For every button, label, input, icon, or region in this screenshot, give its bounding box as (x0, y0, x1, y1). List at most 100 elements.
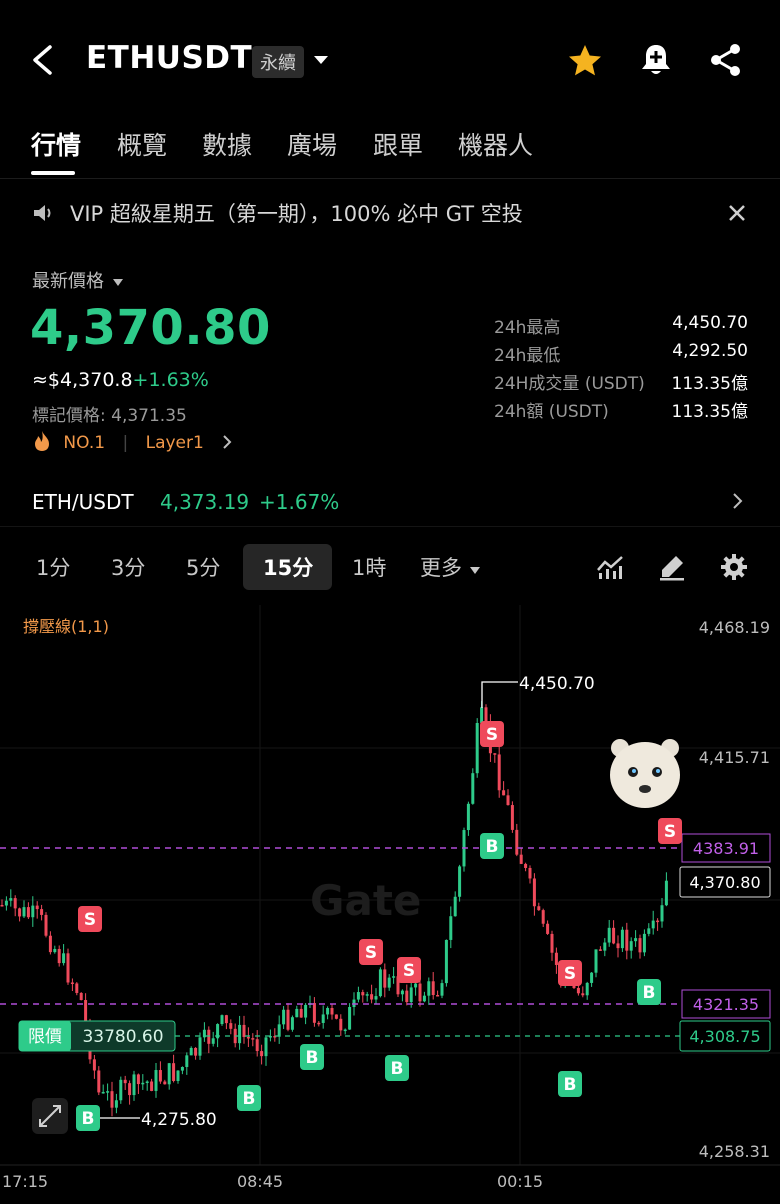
candle-body (304, 1004, 308, 1018)
high-marker-label: 4,450.70 (519, 674, 595, 694)
stat-volume-label: 24H成交量 (USDT) (494, 374, 645, 394)
candle-body (211, 1038, 215, 1044)
candle-body (70, 982, 74, 984)
candle-body (506, 795, 510, 806)
candle-body (510, 805, 514, 830)
candle-body (79, 992, 83, 1001)
candle-body (158, 1070, 162, 1082)
chevron-down-icon (112, 279, 123, 286)
interval-more[interactable]: 更多 (420, 552, 481, 582)
candle-body (189, 1047, 193, 1056)
candle-body (260, 1051, 264, 1057)
candle-body (4, 900, 8, 906)
settings-gear-icon[interactable] (720, 553, 748, 581)
symbol-title[interactable]: ETHUSDT (86, 40, 252, 76)
candle-body (497, 754, 501, 791)
tab-data[interactable]: 數據 (202, 126, 252, 162)
candle-body (326, 1008, 330, 1015)
sell-marker-label: S (365, 943, 377, 963)
candle-body (431, 981, 435, 996)
candle-body (163, 1081, 167, 1085)
candle-body (106, 1091, 110, 1093)
candle-body (0, 905, 4, 907)
buy-marker-label: B (486, 837, 499, 857)
candle-body (154, 1070, 158, 1091)
candle-body (255, 1039, 259, 1052)
candle-body (13, 898, 17, 909)
bear-mascot-icon[interactable] (610, 739, 680, 808)
interval-1h[interactable]: 1時 (352, 552, 386, 582)
last-price-label[interactable]: 最新價格 (32, 267, 124, 293)
candle-body (348, 1007, 352, 1030)
draw-tool-icon[interactable] (658, 553, 686, 581)
candle-body (264, 1037, 268, 1057)
chevron-right-icon (733, 493, 743, 509)
indicator-label[interactable]: 撐壓線(1,1) (23, 617, 109, 636)
candle-body (392, 976, 396, 978)
active-tab-indicator (31, 171, 75, 175)
candle-body (449, 916, 453, 940)
candle-body (18, 908, 22, 917)
candle-body (110, 1091, 114, 1108)
interval-5m[interactable]: 5分 (186, 552, 220, 582)
candle-body (475, 723, 479, 774)
chevron-right-icon (223, 435, 232, 449)
candle-body (330, 1008, 334, 1015)
tab-overview[interactable]: 概覽 (117, 126, 167, 162)
bell-plus-icon[interactable] (639, 42, 673, 78)
back-arrow-icon[interactable] (28, 44, 56, 76)
candle-body (312, 1003, 316, 1023)
limit-order-value[interactable]: 33780.60 (82, 1027, 163, 1047)
candle-body (31, 905, 35, 918)
candle-body (440, 983, 444, 996)
spot-pair-row[interactable]: ETH/USDT 4,373.19 +1.67% (0, 478, 780, 527)
interval-3m[interactable]: 3分 (111, 552, 145, 582)
approx-usd-price: ≈$4,370.8 (32, 369, 133, 391)
candle-body (532, 878, 536, 907)
tab-square[interactable]: 廣場 (287, 126, 337, 162)
close-icon[interactable] (728, 204, 746, 222)
tab-market[interactable]: 行情 (31, 126, 81, 162)
interval-1m[interactable]: 1分 (36, 552, 70, 582)
tab-bots[interactable]: 機器人 (458, 126, 533, 162)
candle-body (75, 983, 79, 993)
position-price-tag: 4,308.75 (689, 1027, 760, 1046)
candle-body (334, 1014, 338, 1019)
rank-row[interactable]: NO.1 | Layer1 (32, 430, 233, 453)
limit-order-label[interactable]: 限價 (28, 1027, 62, 1047)
price-axis-bottom: 4,258.31 (699, 1142, 770, 1161)
candle-body (581, 993, 585, 996)
kline-chart-svg[interactable]: Gate 4,450.70 4,275.80 撐壓線(1,1) 4,468.19… (0, 605, 780, 1200)
candle-body (317, 1022, 321, 1025)
candle-body (220, 1015, 224, 1025)
candle-body (409, 987, 413, 1003)
candle-body (466, 803, 470, 831)
indicator-icon[interactable] (596, 554, 624, 580)
kline-chart[interactable]: Gate 4,450.70 4,275.80 撐壓線(1,1) 4,468.19… (0, 605, 780, 1200)
candle-body (515, 829, 519, 855)
candle-body (114, 1100, 118, 1108)
candle-body (576, 987, 580, 994)
candle-body (405, 990, 409, 1003)
contract-type-badge[interactable]: 永續 (252, 46, 304, 78)
candle-body (286, 1009, 290, 1030)
candle-body (418, 983, 422, 1002)
candle-body (123, 1079, 127, 1084)
stat-high-label: 24h最高 (494, 318, 561, 338)
spot-pair-price: 4,373.19 (160, 490, 250, 514)
candle-body (101, 1091, 105, 1094)
flame-icon (35, 431, 49, 451)
candle-body (194, 1047, 198, 1056)
buy-marker-label: B (243, 1089, 256, 1109)
candle-body (40, 909, 44, 915)
candle-body (132, 1074, 136, 1096)
star-icon[interactable] (567, 43, 603, 77)
stat-high-value: 4,450.70 (672, 313, 748, 333)
candle-body (44, 914, 48, 936)
tab-copy-trading[interactable]: 跟單 (373, 126, 423, 162)
chevron-down-icon[interactable] (313, 54, 329, 66)
banner-text[interactable]: VIP 超級星期五（第一期），100% 必中 GT 空投 (70, 198, 523, 228)
stat-volume-value: 113.35億 (671, 374, 748, 394)
share-icon[interactable] (708, 42, 744, 78)
interval-15m[interactable]: 15分 (263, 552, 313, 582)
